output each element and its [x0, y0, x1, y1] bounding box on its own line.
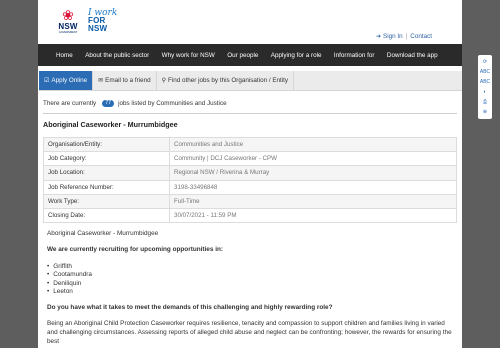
list-item: Deniliquin: [47, 280, 457, 288]
sign-in-link[interactable]: Sign In: [383, 33, 403, 40]
tagline-line-3: NSW: [88, 24, 108, 33]
detail-label: Job Reference Number:: [43, 179, 170, 195]
table-row: Job Category: Community | DCJ Caseworker …: [43, 151, 457, 167]
nav-information-for[interactable]: Information for: [334, 52, 375, 59]
logo-text: NSW: [58, 22, 78, 31]
table-row: Organisation/Entity: Communities and Just…: [43, 136, 457, 153]
job-title: Aboriginal Caseworker - Murrumbidgee: [43, 120, 178, 129]
envelope-icon: ✉: [98, 78, 104, 84]
waratah-icon: ❀: [62, 7, 74, 23]
job-description: Aboriginal Caseworker - Murrumbidgee We …: [47, 229, 457, 346]
email-friend-label: Email to a friend: [105, 77, 151, 84]
job-details-table: Organisation/Entity: Communities and Just…: [43, 136, 457, 224]
email-friend-button[interactable]: ✉ Email to a friend: [93, 71, 157, 90]
find-other-jobs-label: Find other jobs by this Organisation / E…: [168, 77, 289, 84]
reset-icon[interactable]: ⟳: [478, 57, 492, 67]
apply-online-label: Apply Online: [51, 77, 88, 84]
zoom-icon[interactable]: ⊕: [478, 107, 492, 117]
logo-subtext: GOVERNMENT: [58, 31, 78, 34]
challenge-question: Do you have what it takes to meet the de…: [47, 304, 333, 312]
nav-download-app[interactable]: Download the app: [387, 52, 438, 59]
detail-value: Communities and Justice: [169, 136, 457, 153]
description-paragraph: Being an Aboriginal Child Protection Cas…: [47, 320, 452, 346]
checkbox-icon: ☑: [44, 78, 50, 84]
sign-in-icon: ➜: [376, 34, 382, 40]
nsw-government-logo[interactable]: ❀ NSW GOVERNMENT: [56, 8, 80, 36]
nav-home[interactable]: Home: [56, 52, 73, 59]
location-list: Griffith Cootamundra Deniliquin Leeton: [47, 263, 457, 296]
detail-value: Community | DCJ Caseworker - CPW: [169, 151, 457, 167]
top-links: ➜ Sign In | Contact: [376, 33, 432, 40]
list-item: Cootamundra: [47, 271, 457, 279]
table-row: Job Reference Number: 3198-33496848: [43, 179, 457, 195]
table-row: Closing Date: 30/07/2021 - 11:59 PM: [43, 207, 457, 224]
contact-link[interactable]: Contact: [410, 33, 432, 40]
apply-online-button[interactable]: ☑ Apply Online: [39, 71, 94, 90]
contrast-icon[interactable]: ◐: [478, 87, 492, 97]
increase-text-icon[interactable]: ABC: [478, 77, 492, 87]
job-count-badge: 77: [102, 99, 115, 107]
nav-about-public-sector[interactable]: About the public sector: [85, 52, 149, 59]
job-count-suffix: jobs listed by Communities and Justice: [118, 99, 227, 107]
detail-value: Full-Time: [169, 193, 457, 209]
page: ❀ NSW GOVERNMENT I work FOR NSW ➜ Sign In…: [38, 0, 462, 348]
detail-value: 30/07/2021 - 11:59 PM: [169, 207, 457, 224]
i-work-for-nsw-logo[interactable]: I work FOR NSW: [88, 9, 117, 33]
search-icon: ⚲: [161, 78, 167, 84]
detail-label: Job Location:: [43, 165, 170, 181]
job-action-bar: ☑ Apply Online ✉ Email to a friend ⚲ Find o…: [39, 71, 462, 91]
table-row: Work Type: Full-Time: [43, 193, 457, 209]
divider: [43, 113, 457, 114]
list-item: Leeton: [47, 288, 457, 296]
detail-label: Closing Date:: [43, 207, 170, 224]
detail-label: Work Type:: [43, 193, 170, 209]
top-links-divider: |: [405, 33, 408, 40]
nav-applying-for-role[interactable]: Applying for a role: [271, 52, 322, 59]
detail-value: 3198-33496848: [169, 179, 457, 195]
accessibility-toolbar: ⟳ ABC ABC ◐ ⎙ ⊕: [478, 55, 492, 119]
job-count-line: There are currently 77 jobs listed by Co…: [43, 98, 462, 108]
detail-label: Organisation/Entity:: [43, 136, 170, 153]
list-item: Griffith: [47, 263, 457, 271]
description-heading: Aboriginal Caseworker - Murrumbidgee: [47, 230, 159, 238]
detail-label: Job Category:: [43, 151, 170, 167]
print-icon[interactable]: ⎙: [478, 97, 492, 107]
main-navigation: Home About the public sector Why work fo…: [38, 44, 462, 66]
decrease-text-icon[interactable]: ABC: [478, 67, 492, 77]
table-row: Job Location: Regional NSW / Riverina & M…: [43, 165, 457, 181]
site-header: ❀ NSW GOVERNMENT I work FOR NSW ➜ Sign In…: [38, 0, 462, 44]
nav-why-work-for-nsw[interactable]: Why work for NSW: [162, 52, 215, 59]
recruiting-heading: We are currently recruiting for upcoming…: [47, 246, 223, 254]
find-other-jobs-button[interactable]: ⚲ Find other jobs by this Organisation / …: [157, 71, 295, 90]
detail-value: Regional NSW / Riverina & Murray: [169, 165, 457, 181]
nav-our-people[interactable]: Our people: [227, 52, 258, 59]
job-count-prefix: There are currently: [43, 99, 97, 107]
